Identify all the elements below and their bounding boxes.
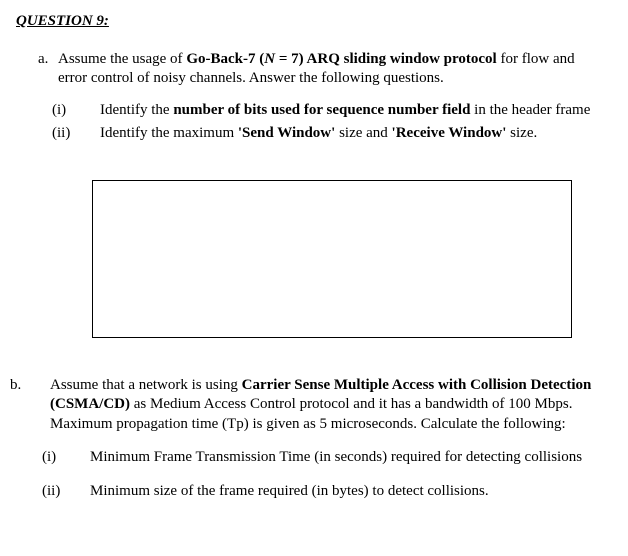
part-b-item-1-label: (i) [42,448,90,468]
question-heading: QUESTION 9: [16,12,618,32]
text-bold2: 'Receive Window' [392,125,507,141]
text-pre: Identify the maximum [100,125,238,141]
part-b-content: Assume that a network is using Carrier S… [50,376,618,435]
part-b-item-2-label: (ii) [42,482,90,502]
part-b-item-1: (i) Minimum Frame Transmission Time (in … [10,448,618,468]
text-mid: size and [335,125,391,141]
text-pre: Identify the [100,102,173,118]
part-a-item-1: (i) Identify the number of bits used for… [10,101,618,121]
part-a-intro-italic: N [264,51,275,67]
part-a-intro-bold1: Go-Back-7 ( [186,51,264,67]
part-a-item-2: (ii) Identify the maximum 'Send Window' … [10,124,618,144]
part-a-item-1-label: (i) [52,101,100,121]
part-a-label: a. [10,50,58,89]
text-bold: number of bits used for sequence number … [173,102,470,118]
part-a-content: Assume the usage of Go-Back-7 (N = 7) AR… [58,50,618,89]
part-a: a. Assume the usage of Go-Back-7 (N = 7)… [10,50,618,89]
part-b-item-2: (ii) Minimum size of the frame required … [10,482,618,502]
text-post: size. [506,125,537,141]
part-b-intro-pre: Assume that a network is using [50,377,242,393]
part-b-label: b. [10,376,50,435]
part-b-item-1-content: Minimum Frame Transmission Time (in seco… [90,448,618,468]
part-b-item-2-content: Minimum size of the frame required (in b… [90,482,618,502]
part-a-intro-bold2: = 7) ARQ sliding window protocol [275,51,497,67]
part-b: b. Assume that a network is using Carrie… [10,376,618,435]
part-a-item-2-content: Identify the maximum 'Send Window' size … [100,124,618,144]
answer-box [92,180,572,338]
part-a-item-1-content: Identify the number of bits used for seq… [100,101,618,121]
part-a-item-2-label: (ii) [52,124,100,144]
text-post: in the header frame [470,102,590,118]
text-bold1: 'Send Window' [238,125,335,141]
part-a-intro-pre: Assume the usage of [58,51,186,67]
